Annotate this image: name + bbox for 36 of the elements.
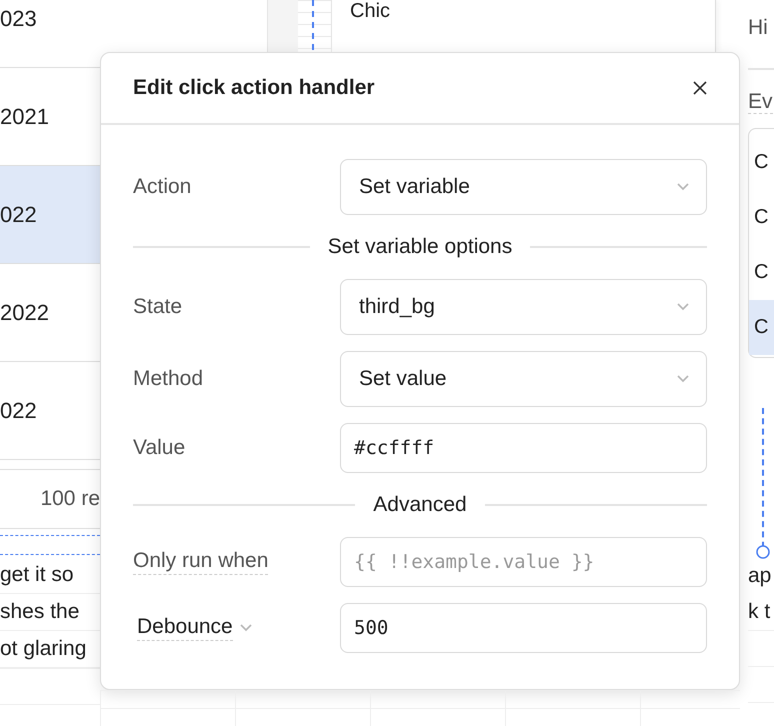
table-cell: 023: [0, 0, 100, 68]
field-label: Only run when: [133, 549, 268, 575]
field-label[interactable]: Debounce: [137, 615, 233, 641]
input-field[interactable]: {{ !!example.value }}: [340, 537, 707, 587]
field-label: State: [133, 295, 182, 319]
list-item[interactable]: C: [749, 190, 774, 245]
field-label: Action: [133, 175, 192, 199]
text-line: shes the: [0, 600, 80, 624]
text-line: ap: [748, 564, 772, 588]
section-title: Advanced: [373, 493, 467, 517]
selection-outline: [312, 0, 314, 50]
input-field[interactable]: #ccffff: [340, 423, 707, 473]
chevron-down-icon: [676, 182, 690, 192]
list-item[interactable]: C: [749, 245, 774, 300]
field-label: Ev: [748, 90, 773, 114]
select-field[interactable]: third_bg: [340, 279, 707, 335]
dialog-title: Edit click action handler: [133, 76, 375, 100]
panel-label: Hi: [748, 16, 769, 40]
resize-handle[interactable]: [756, 545, 770, 559]
chevron-down-icon: [676, 302, 690, 312]
select-field[interactable]: Set variable: [340, 159, 707, 215]
section-title: Set variable options: [328, 235, 512, 259]
close-icon[interactable]: [691, 79, 709, 97]
text-line: ot glaring: [0, 637, 86, 661]
field-label: Method: [133, 367, 204, 391]
list-item[interactable]: C: [749, 300, 774, 355]
input-field[interactable]: 500: [340, 603, 707, 653]
list-item[interactable]: C: [749, 135, 774, 190]
chevron-down-icon: [676, 374, 690, 384]
text-line: k t: [748, 600, 770, 624]
panel-text: Chic: [350, 0, 390, 22]
caret-icon[interactable]: [238, 623, 253, 633]
text-line: get it so: [0, 563, 74, 587]
field-label: Value: [133, 436, 186, 460]
select-field[interactable]: Set value: [340, 351, 707, 407]
table-cell: 022: [0, 166, 100, 264]
